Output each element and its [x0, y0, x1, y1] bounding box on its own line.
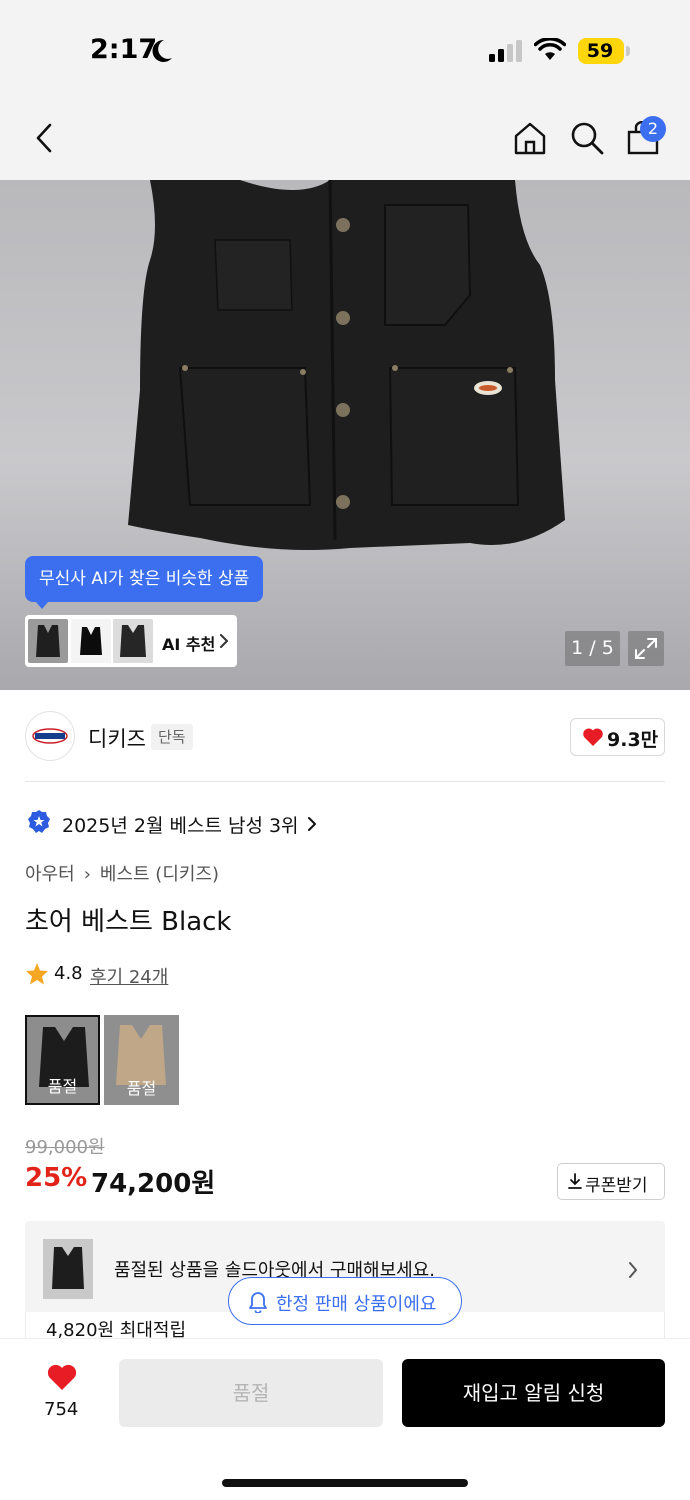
- battery-indicator: 59: [578, 38, 624, 64]
- product-title: 초어 베스트 Black: [25, 907, 232, 937]
- brand-name[interactable]: 디키즈: [88, 723, 146, 753]
- wish-count: 754: [44, 1399, 79, 1420]
- restock-alert-button[interactable]: 재입고 알림 신청: [402, 1359, 665, 1427]
- option-soldout-label: 품절: [47, 1077, 78, 1096]
- chevron-right-icon: [629, 1262, 637, 1278]
- expand-icon: [635, 638, 657, 659]
- review-link[interactable]: 후기 24개: [90, 963, 168, 989]
- back-icon[interactable]: [32, 122, 56, 154]
- ai-thumb-2[interactable]: [71, 619, 111, 663]
- ai-recommend-label[interactable]: AI 추천: [162, 631, 215, 655]
- heart-icon[interactable]: [46, 1363, 78, 1391]
- heart-icon: [583, 728, 603, 746]
- limited-sale-text[interactable]: 한정 판매 상품이에요: [276, 1290, 436, 1316]
- ranking-badge-icon: [28, 810, 50, 833]
- original-price: 99,000원: [25, 1137, 105, 1158]
- moon-icon: [152, 39, 172, 62]
- cart-badge: 2: [640, 116, 666, 142]
- bell-icon: [249, 1292, 267, 1313]
- home-indicator: [222, 1479, 468, 1487]
- signal-icon: [489, 40, 522, 62]
- star-icon: [26, 963, 48, 985]
- battery-tip: [626, 46, 630, 56]
- expand-button[interactable]: [628, 631, 664, 666]
- chevron-right-icon: [308, 817, 316, 831]
- brand-like-count: 9.3만: [607, 729, 659, 751]
- rating-value: 4.8: [54, 963, 83, 984]
- ranking-text[interactable]: 2025년 2월 베스트 남성 3위: [62, 811, 299, 838]
- search-icon[interactable]: [569, 120, 605, 156]
- coupon-label[interactable]: 쿠폰받기: [585, 1171, 648, 1196]
- divider: [25, 781, 665, 782]
- color-option-beige[interactable]: 품절: [104, 1015, 179, 1105]
- option-soldout-label: 품절: [126, 1079, 157, 1098]
- vest-thumb-icon: [113, 619, 153, 663]
- sale-price: 74,200원: [91, 1169, 216, 1199]
- ai-similar-tooltip[interactable]: 무신사 AI가 찾은 비슷한 상품: [25, 556, 264, 602]
- soldout-button[interactable]: 품절: [119, 1359, 383, 1427]
- breadcrumb-item[interactable]: 베스트 (디키즈): [100, 860, 219, 886]
- image-page-indicator: 1 / 5: [565, 631, 620, 666]
- exclusive-tag: 단독: [151, 724, 193, 750]
- color-option-black[interactable]: 품절: [25, 1015, 100, 1105]
- soldout-thumb: [43, 1239, 93, 1299]
- chevron-right-icon: [220, 634, 228, 648]
- ai-thumb-3[interactable]: [113, 619, 153, 663]
- download-icon: [568, 1173, 582, 1189]
- discount-rate: 25%: [25, 1163, 88, 1193]
- vest-photo: [128, 180, 565, 551]
- product-image[interactable]: [0, 180, 690, 690]
- ai-thumb-1[interactable]: [28, 619, 68, 663]
- battery-level: 59: [586, 40, 614, 62]
- category-breadcrumb: 아우터 › 베스트 (디키즈): [25, 860, 219, 886]
- vest-thumb-icon: [43, 1239, 93, 1299]
- vest-thumb-icon: [28, 619, 68, 663]
- ai-tooltip-arrow: [35, 601, 49, 609]
- wifi-icon: [534, 38, 566, 60]
- status-time: 2:17: [90, 34, 158, 65]
- home-icon[interactable]: [512, 120, 548, 156]
- brand-logo[interactable]: [25, 711, 75, 761]
- dickies-logo-icon: [32, 728, 68, 744]
- vest-thumb-icon: [71, 619, 111, 663]
- chevron-right-icon: ›: [83, 864, 91, 885]
- breadcrumb-item[interactable]: 아우터: [25, 860, 75, 886]
